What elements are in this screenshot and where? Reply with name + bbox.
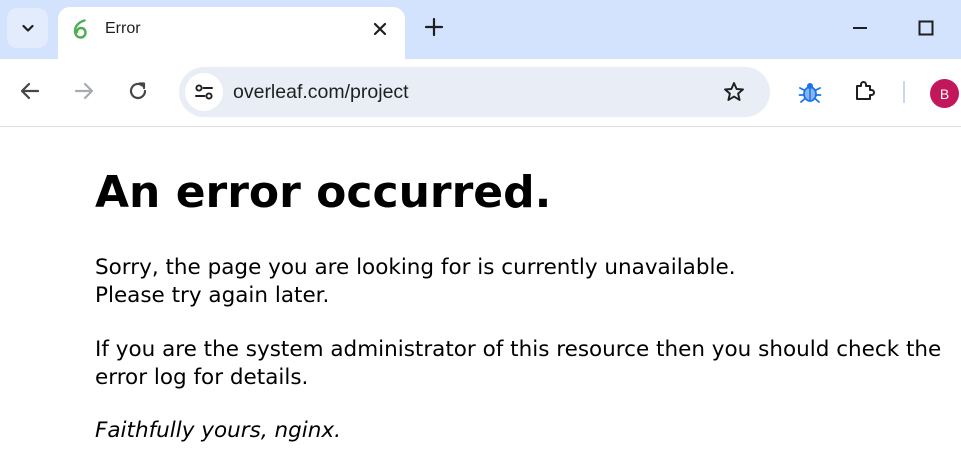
- star-icon[interactable]: [722, 80, 746, 104]
- tab-title: Error: [105, 20, 141, 37]
- profile-avatar[interactable]: B: [930, 79, 959, 108]
- close-icon[interactable]: [370, 19, 390, 39]
- error-message-line: Sorry, the page you are looking for is c…: [95, 255, 736, 280]
- reload-icon[interactable]: [126, 79, 150, 103]
- admin-note-line: error log for details.: [95, 365, 309, 390]
- error-message: Sorry, the page you are looking for is c…: [95, 254, 736, 310]
- chevron-down-icon: [21, 24, 34, 32]
- signature: Faithfully yours, nginx.: [95, 418, 341, 443]
- error-message-line: Please try again later.: [95, 283, 330, 308]
- url-text[interactable]: overleaf.com/project: [233, 81, 409, 104]
- admin-note-line: If you are the system administrator of t…: [95, 337, 942, 362]
- page-title: An error occurred.: [95, 167, 552, 218]
- site-info-button[interactable]: [185, 73, 223, 111]
- browser-toolbar: overleaf.com/project B: [0, 59, 961, 127]
- arrow-left-icon[interactable]: [18, 79, 42, 103]
- bug-icon[interactable]: [797, 79, 823, 105]
- puzzle-icon[interactable]: [852, 78, 878, 104]
- overleaf-leaf-icon: [73, 19, 87, 39]
- plus-icon[interactable]: [423, 16, 445, 38]
- address-bar[interactable]: overleaf.com/project: [179, 67, 770, 117]
- admin-note: If you are the system administrator of t…: [95, 336, 941, 392]
- tab-strip: Error: [0, 0, 961, 59]
- arrow-right-icon[interactable]: [72, 79, 96, 103]
- active-tab[interactable]: Error: [58, 7, 405, 59]
- toolbar-divider: [903, 81, 905, 103]
- maximize-icon[interactable]: [917, 19, 935, 37]
- minimize-icon[interactable]: [851, 19, 869, 37]
- tune-icon: [195, 84, 213, 100]
- tab-search-button[interactable]: [7, 8, 48, 48]
